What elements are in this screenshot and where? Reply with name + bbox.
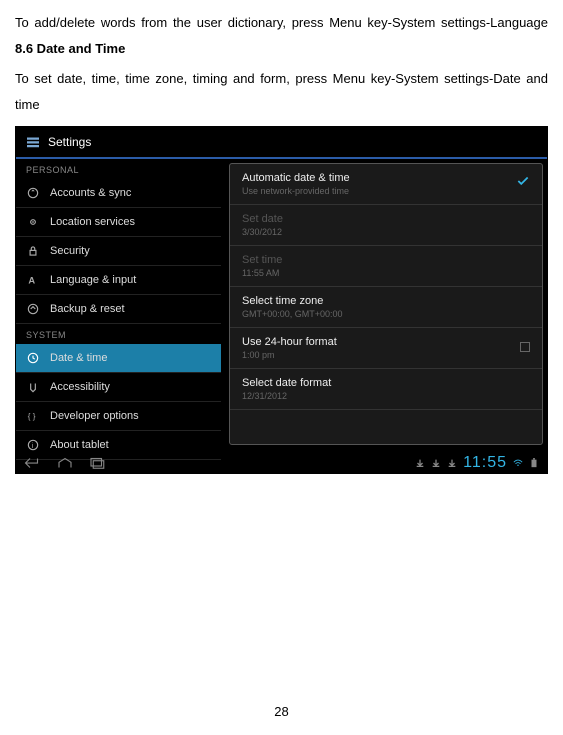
language-icon: A [26, 273, 40, 287]
panel-sub: Use network-provided time [242, 186, 530, 196]
panel-title: Set date [242, 213, 530, 225]
sidebar-header-system: SYSTEM [16, 324, 221, 344]
sidebar-label: Developer options [50, 410, 139, 422]
sidebar-item-security[interactable]: Security [16, 237, 221, 266]
sidebar-label: Location services [50, 216, 135, 228]
svg-text:{ }: { } [28, 412, 36, 421]
download-icon [447, 458, 457, 468]
panel-title: Select time zone [242, 295, 530, 307]
doc-text-1: To add/delete words from the user dictio… [15, 10, 548, 62]
download-icon [415, 458, 425, 468]
panel-title: Automatic date & time [242, 172, 530, 184]
panel-title: Select date format [242, 377, 530, 389]
clock-time: 11:55 [463, 454, 507, 472]
panel-sub: 12/31/2012 [242, 391, 530, 401]
sidebar-label: Accounts & sync [50, 187, 131, 199]
sidebar-item-language[interactable]: A Language & input [16, 266, 221, 295]
recent-icon[interactable] [88, 456, 106, 470]
settings-screenshot: Settings PERSONAL Accounts & sync Locati… [15, 126, 548, 474]
panel-item-24hour[interactable]: Use 24-hour format 1:00 pm [230, 328, 542, 369]
doc-text-1a: To add/delete words from the user dictio… [15, 15, 548, 30]
sidebar-item-accessibility[interactable]: Accessibility [16, 373, 221, 402]
info-icon: i [26, 438, 40, 452]
sidebar-item-developer[interactable]: { } Developer options [16, 402, 221, 431]
sidebar-item-datetime[interactable]: Date & time [16, 344, 221, 373]
panel-item-auto[interactable]: Automatic date & time Use network-provid… [230, 164, 542, 205]
section-title: 8.6 Date and Time [15, 41, 125, 56]
svg-text:i: i [32, 443, 34, 450]
battery-icon [529, 458, 539, 468]
svg-text:A: A [28, 276, 35, 286]
sidebar-header-personal: PERSONAL [16, 159, 221, 179]
panel-item-timezone[interactable]: Select time zone GMT+00:00, GMT+00:00 [230, 287, 542, 328]
sidebar-label: About tablet [50, 439, 109, 451]
panel-sub: 3/30/2012 [242, 227, 530, 237]
home-icon[interactable] [56, 456, 74, 470]
sync-icon [26, 186, 40, 200]
titlebar: Settings [16, 127, 547, 159]
backup-icon [26, 302, 40, 316]
panel-sub: 1:00 pm [242, 350, 530, 360]
wifi-icon [513, 458, 523, 468]
page-number: 28 [15, 474, 548, 719]
sidebar-label: Security [50, 245, 90, 257]
sidebar-label: Accessibility [50, 381, 110, 393]
braces-icon: { } [26, 409, 40, 423]
doc-text-2: To set date, time, time zone, timing and… [15, 66, 548, 118]
checkbox-icon [520, 342, 530, 352]
panel-item-dateformat[interactable]: Select date format 12/31/2012 [230, 369, 542, 410]
titlebar-title: Settings [48, 135, 91, 149]
panel-title: Set time [242, 254, 530, 266]
panel-sub: GMT+00:00, GMT+00:00 [242, 309, 530, 319]
panel-title: Use 24-hour format [242, 336, 530, 348]
settings-panel: Automatic date & time Use network-provid… [229, 163, 543, 445]
hand-icon [26, 380, 40, 394]
sidebar-label: Backup & reset [50, 303, 125, 315]
lock-icon [26, 244, 40, 258]
sidebar-label: Date & time [50, 352, 107, 364]
location-icon [26, 215, 40, 229]
download-icon [431, 458, 441, 468]
sidebar-item-backup[interactable]: Backup & reset [16, 295, 221, 324]
back-icon[interactable] [24, 456, 42, 470]
panel-item-settime: Set time 11:55 AM [230, 246, 542, 287]
sidebar: PERSONAL Accounts & sync Location servic… [16, 159, 221, 449]
sidebar-label: Language & input [50, 274, 136, 286]
sidebar-item-accounts[interactable]: Accounts & sync [16, 179, 221, 208]
panel-item-setdate: Set date 3/30/2012 [230, 205, 542, 246]
settings-icon [24, 133, 42, 151]
panel-sub: 11:55 AM [242, 268, 530, 278]
clock-icon [26, 351, 40, 365]
checkmark-icon [516, 174, 530, 188]
sidebar-item-location[interactable]: Location services [16, 208, 221, 237]
